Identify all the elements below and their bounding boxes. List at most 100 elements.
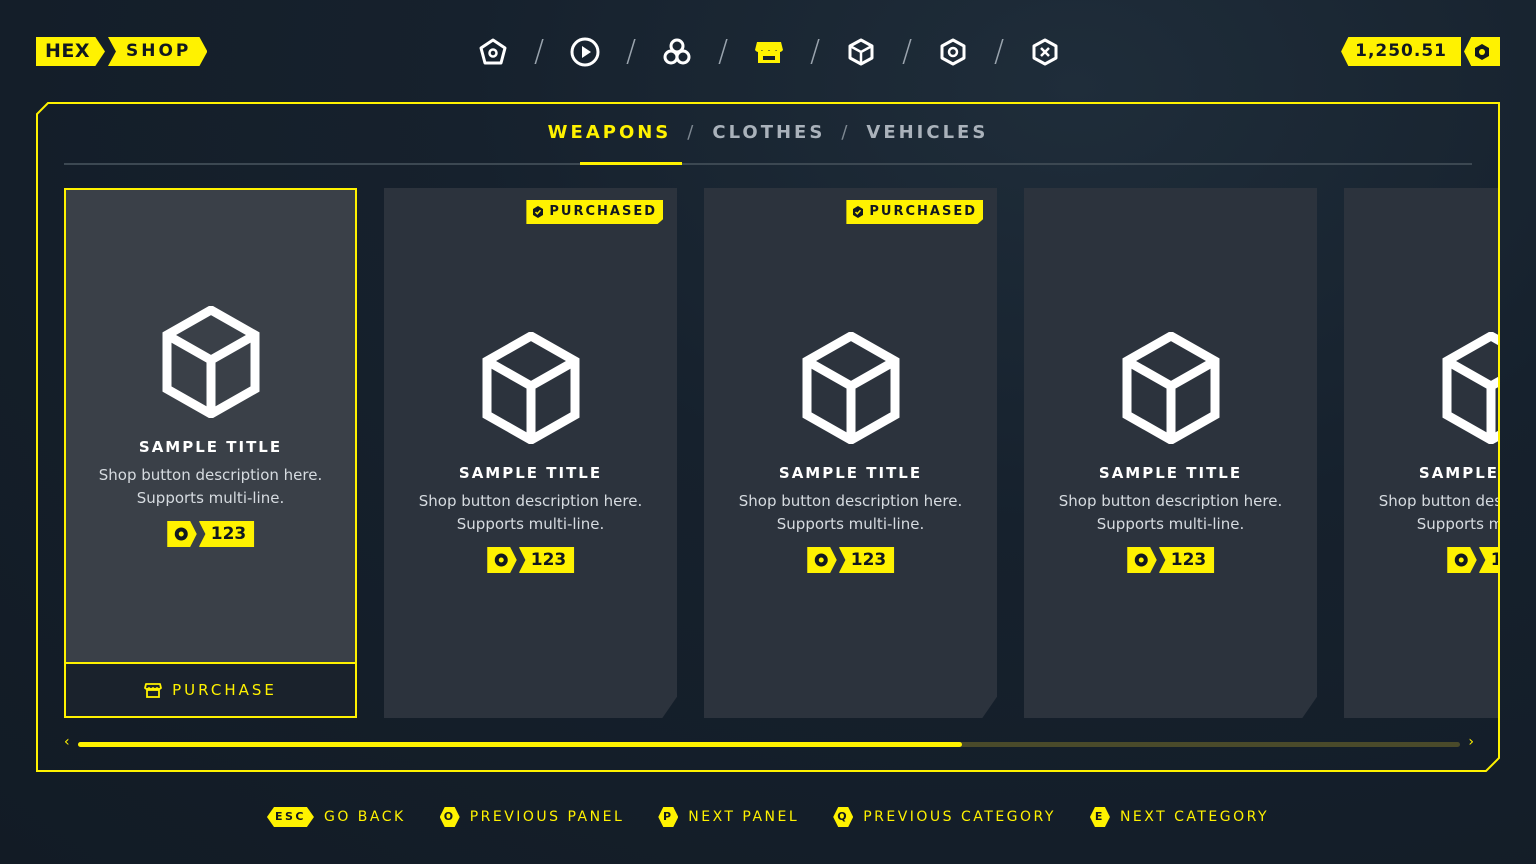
item-carousel: SAMPLE TITLE Shop button description her…: [64, 188, 1498, 720]
coin-icon: [806, 547, 837, 573]
card-description-line: Supports multi-line.: [456, 515, 605, 533]
check-hex-icon: [533, 206, 544, 218]
control-hints: ESC GO BACK O PREVIOUS PANEL P NEXT PANE…: [0, 807, 1536, 827]
active-tab-underline: [580, 162, 682, 165]
hint-label: GO BACK: [323, 809, 406, 825]
card-description-line: Shop button description here.: [1058, 492, 1283, 510]
top-navigation: / / / / / /: [476, 34, 1062, 69]
tab-separator: /: [841, 122, 851, 143]
nav-separator: /: [533, 34, 545, 69]
cube-icon: [1122, 332, 1219, 444]
cube-icon: [1442, 332, 1498, 444]
coin-icon: [1126, 547, 1157, 573]
check-hex-icon: [853, 206, 864, 218]
scrollbar-thumb[interactable]: [78, 742, 962, 747]
coin-icon: [1446, 547, 1477, 573]
coin-icon: [486, 547, 517, 573]
hint-label: PREVIOUS PANEL: [469, 809, 625, 825]
shop-card[interactable]: SAMPLE TITLE Shop button description her…: [1344, 188, 1498, 718]
card-description: Shop button description here. Supports m…: [704, 490, 997, 536]
card-description-line: Shop button description here.: [1378, 492, 1498, 510]
card-description-line: Shop button description here.: [738, 492, 963, 510]
hint-next-category[interactable]: E NEXT CATEGORY: [1089, 807, 1270, 827]
nav-separator: /: [625, 34, 637, 69]
brand-hex: HEX: [36, 37, 105, 66]
purchase-button[interactable]: PURCHASE: [66, 662, 355, 716]
card-title: SAMPLE TITLE: [1418, 464, 1498, 482]
key-p: P: [658, 807, 679, 827]
card-title: SAMPLE TITLE: [458, 464, 603, 482]
card-description-line: Supports multi-line.: [1416, 515, 1498, 533]
hint-go-back[interactable]: ESC GO BACK: [266, 807, 406, 827]
nav-separator: /: [717, 34, 729, 69]
purchased-badge: PURCHASED: [846, 200, 983, 224]
cube-hex-icon[interactable]: [844, 35, 878, 69]
shop-card[interactable]: SAMPLE TITLE Shop button description her…: [64, 188, 357, 718]
card-title: SAMPLE TITLE: [778, 464, 923, 482]
card-title: SAMPLE TITLE: [1098, 464, 1243, 482]
scroll-left-icon[interactable]: ‹: [64, 734, 70, 750]
scroll-right-icon[interactable]: ›: [1468, 734, 1474, 750]
brand-logo: HEX SHOP: [36, 37, 208, 66]
key-esc: ESC: [266, 807, 314, 827]
cube-icon: [802, 332, 899, 444]
card-price: 123: [806, 547, 895, 573]
tab-separator: /: [687, 122, 697, 143]
carousel-scrollbar[interactable]: ‹ ›: [64, 734, 1474, 752]
brand-shop: SHOP: [108, 37, 208, 66]
card-description-line: Supports multi-line.: [1096, 515, 1245, 533]
card-title: SAMPLE TITLE: [138, 438, 283, 456]
card-description-line: Shop button description here.: [418, 492, 643, 510]
hint-previous-panel[interactable]: O PREVIOUS PANEL: [439, 807, 625, 827]
pentagon-target-icon[interactable]: [476, 35, 510, 69]
coin-icon: [166, 521, 197, 547]
coin-icon: [1464, 37, 1500, 66]
purchased-label: PURCHASED: [869, 204, 977, 219]
cube-icon: [162, 306, 259, 418]
category-tabs: WEAPONS / CLOTHES / VEHICLES: [36, 122, 1500, 143]
card-price: 123: [1446, 547, 1498, 573]
card-description-line: Supports multi-line.: [776, 515, 925, 533]
key-o: O: [439, 807, 460, 827]
card-price: 123: [486, 547, 575, 573]
store-icon: [144, 683, 163, 698]
nav-separator: /: [993, 34, 1005, 69]
store-icon[interactable]: [752, 35, 786, 69]
card-price: 123: [166, 521, 255, 547]
purchase-label: PURCHASE: [172, 681, 277, 699]
currency-balance: 1,250.51: [1341, 37, 1500, 66]
shop-card[interactable]: PURCHASED SAMPLE TITLE Shop button descr…: [704, 188, 997, 718]
tab-weapons[interactable]: WEAPONS: [546, 122, 674, 143]
price-value: 123: [838, 547, 895, 573]
nav-separator: /: [809, 34, 821, 69]
hint-label: PREVIOUS CATEGORY: [863, 809, 1056, 825]
hex-close-icon[interactable]: [1028, 35, 1062, 69]
key-q: Q: [833, 807, 854, 827]
price-value: 123: [1158, 547, 1215, 573]
card-description-line: Supports multi-line.: [136, 489, 285, 507]
shop-panel: WEAPONS / CLOTHES / VEHICLES SAMPLE TITL…: [36, 102, 1500, 772]
hint-next-panel[interactable]: P NEXT PANEL: [658, 807, 799, 827]
card-description: Shop button description here. Supports m…: [66, 464, 355, 510]
card-price: 123: [1126, 547, 1215, 573]
card-description: Shop button description here. Supports m…: [384, 490, 677, 536]
hint-previous-category[interactable]: Q PREVIOUS CATEGORY: [833, 807, 1056, 827]
tab-clothes[interactable]: CLOTHES: [710, 122, 827, 143]
hint-label: NEXT CATEGORY: [1119, 809, 1270, 825]
play-circle-icon[interactable]: [568, 35, 602, 69]
currency-amount: 1,250.51: [1341, 37, 1461, 66]
shop-card[interactable]: SAMPLE TITLE Shop button description her…: [1024, 188, 1317, 718]
cube-icon: [482, 332, 579, 444]
hex-target-icon[interactable]: [936, 35, 970, 69]
tab-divider: [64, 163, 1472, 165]
purchased-badge: PURCHASED: [526, 200, 663, 224]
cluster-icon[interactable]: [660, 35, 694, 69]
card-description: Shop button description here. Supports m…: [1024, 490, 1317, 536]
purchased-label: PURCHASED: [549, 204, 657, 219]
price-value: 123: [518, 547, 575, 573]
tab-vehicles[interactable]: VEHICLES: [864, 122, 990, 143]
hint-label: NEXT PANEL: [688, 809, 800, 825]
shop-card[interactable]: PURCHASED SAMPLE TITLE Shop button descr…: [384, 188, 677, 718]
price-value: 123: [198, 521, 255, 547]
card-description-line: Shop button description here.: [98, 466, 323, 484]
